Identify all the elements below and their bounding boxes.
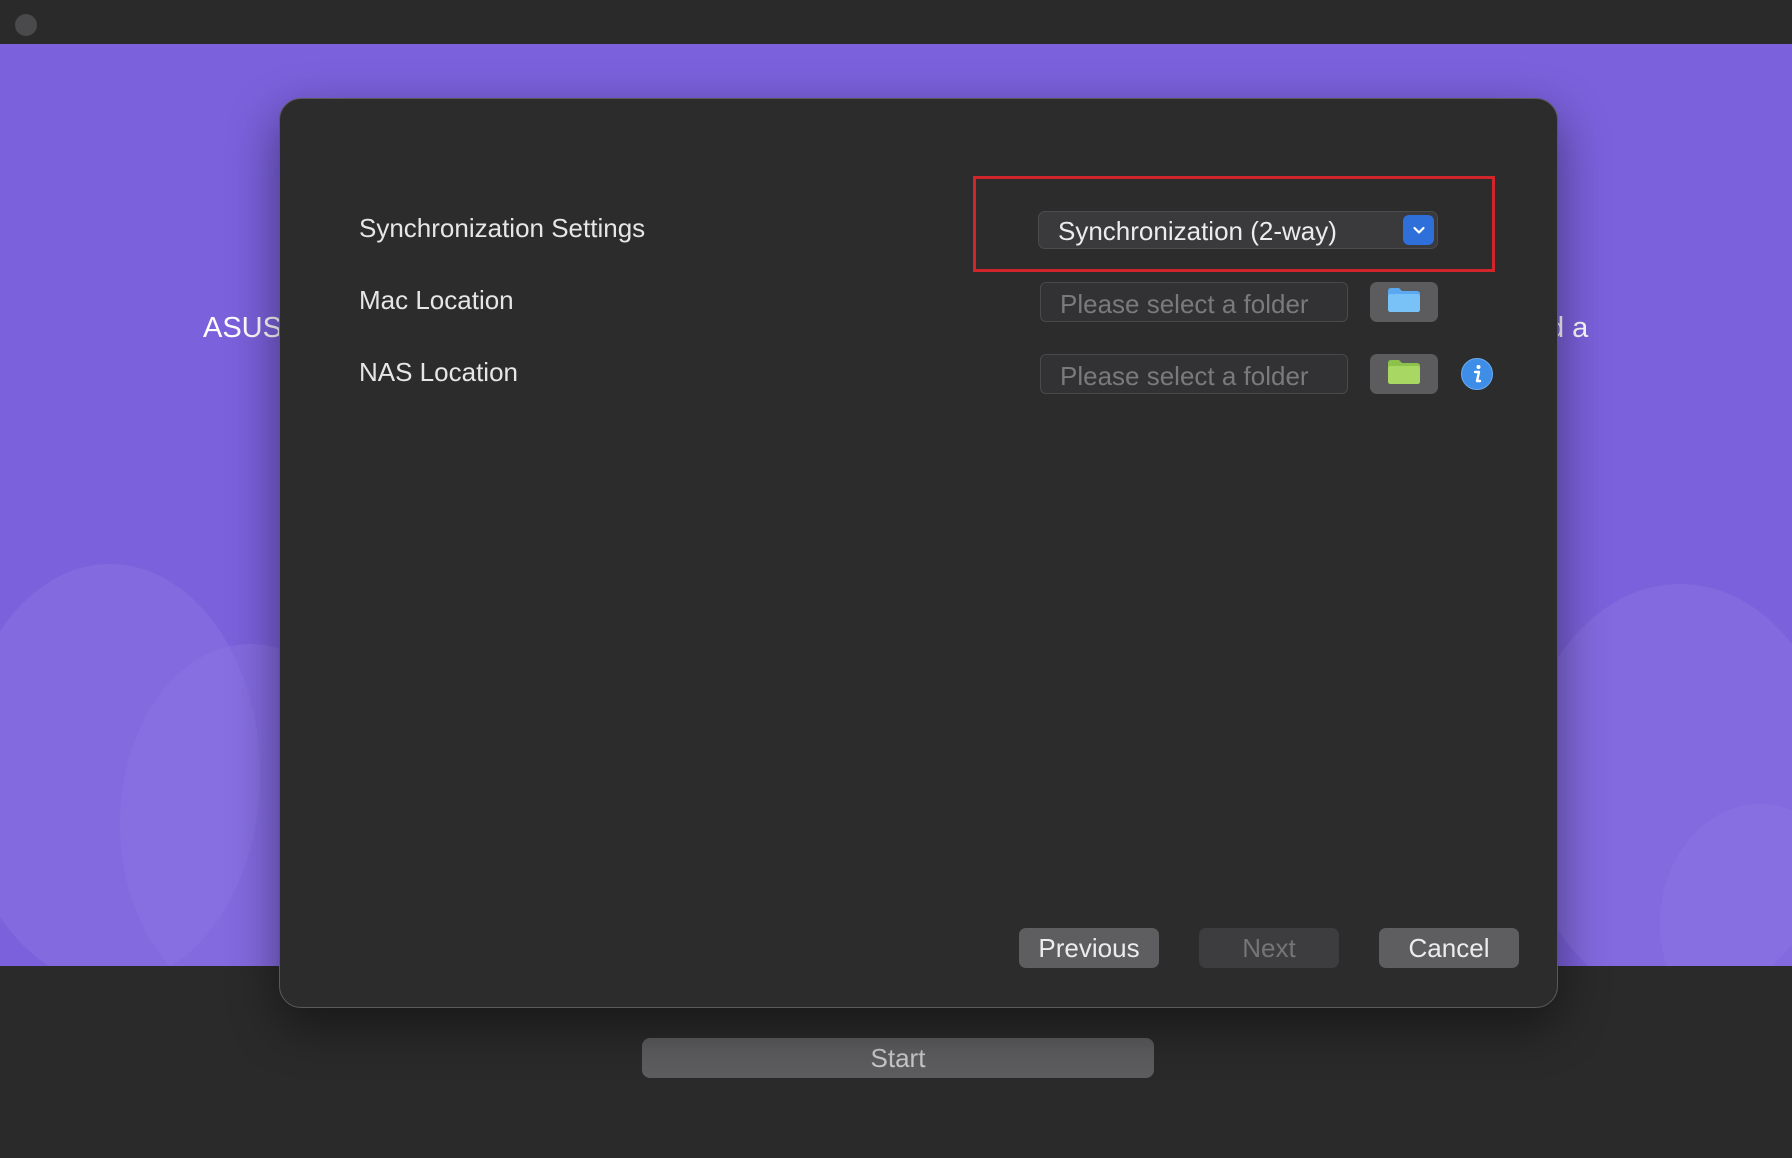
banner-text-left: ASUS xyxy=(203,312,282,344)
start-button[interactable]: Start xyxy=(642,1038,1154,1078)
cancel-button[interactable]: Cancel xyxy=(1379,928,1519,968)
mac-location-label: Mac Location xyxy=(359,285,514,315)
nas-folder-browse-button[interactable] xyxy=(1370,354,1438,394)
folder-blue-icon xyxy=(1387,287,1421,318)
mac-location-field[interactable] xyxy=(1040,282,1348,322)
app-window: ASUS d a Start Synchronization Settings … xyxy=(0,0,1792,1158)
chevron-down-icon[interactable] xyxy=(1403,215,1434,245)
sync-settings-dialog: Synchronization Settings Mac Location NA… xyxy=(279,98,1558,1008)
sync-mode-value: Synchronization (2-way) xyxy=(1058,216,1337,246)
sync-mode-select[interactable]: Synchronization (2-way) xyxy=(1038,211,1438,249)
previous-button[interactable]: Previous xyxy=(1019,928,1159,968)
nas-location-field[interactable] xyxy=(1040,354,1348,394)
mac-folder-browse-button[interactable] xyxy=(1370,282,1438,322)
info-icon[interactable] xyxy=(1461,358,1493,390)
folder-green-icon xyxy=(1387,359,1421,390)
next-button[interactable]: Next xyxy=(1199,928,1339,968)
window-close-button[interactable] xyxy=(15,14,37,36)
nas-location-label: NAS Location xyxy=(359,357,518,387)
sync-settings-label: Synchronization Settings xyxy=(359,213,646,243)
title-bar xyxy=(0,0,1792,44)
